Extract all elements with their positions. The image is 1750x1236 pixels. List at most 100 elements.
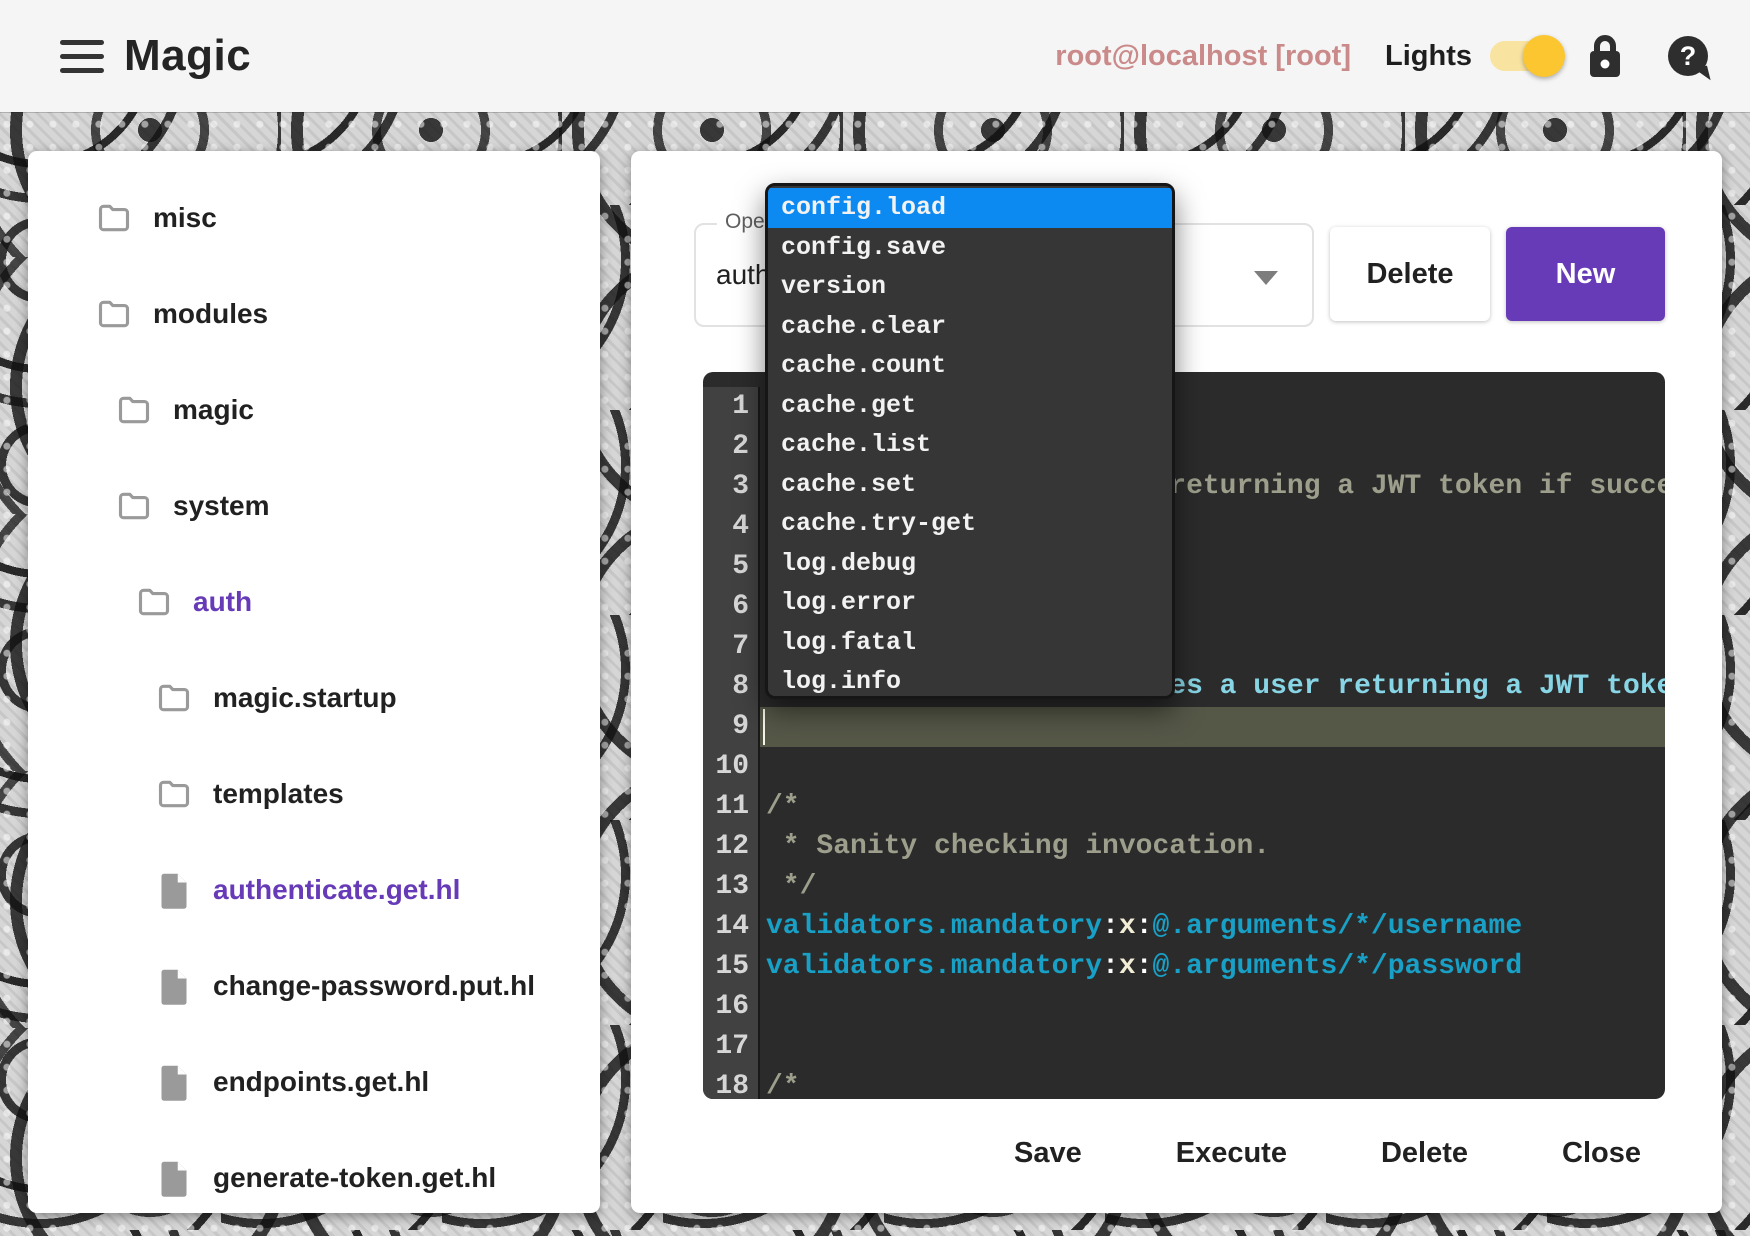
code-line-18[interactable]: 18/*: [703, 1067, 1665, 1099]
tree-folder-modules[interactable]: modules: [28, 266, 600, 362]
close-action-button[interactable]: Close: [1556, 1123, 1647, 1184]
line-number: 6: [703, 587, 760, 627]
user-label: root@localhost [root]: [1055, 40, 1351, 73]
code-token: @.arguments/*/password: [1153, 951, 1523, 982]
code-line-9[interactable]: 9: [703, 707, 1665, 747]
line-number: 8: [703, 667, 760, 707]
tree-folder-system[interactable]: system: [28, 458, 600, 554]
tree-item-label: generate-token.get.hl: [213, 1162, 496, 1194]
line-number: 3: [703, 467, 760, 507]
toggle-thumb: [1523, 35, 1565, 77]
tree-item-label: system: [173, 490, 270, 522]
autocomplete-item-cache.list[interactable]: cache.list: [768, 425, 1172, 465]
autocomplete-item-log.error[interactable]: log.error: [768, 583, 1172, 623]
code-line-16[interactable]: 16: [703, 987, 1665, 1027]
code-token: @.arguments/*/username: [1153, 911, 1523, 942]
autocomplete-item-cache.try-get[interactable]: cache.try-get: [768, 504, 1172, 544]
line-number: 15: [703, 947, 760, 987]
autocomplete-item-version[interactable]: version: [768, 267, 1172, 307]
code-content: validators.mandatory:x:@.arguments/*/pas…: [760, 947, 1665, 987]
code-token: x: [1119, 911, 1136, 942]
folder-icon: [113, 488, 155, 524]
autocomplete-item-log.info[interactable]: log.info: [768, 662, 1172, 699]
tree-file-authenticate.get.hl[interactable]: authenticate.get.hl: [28, 842, 600, 938]
tree-item-label: templates: [213, 778, 344, 810]
tree-file-change-password.put.hl[interactable]: change-password.put.hl: [28, 938, 600, 1034]
code-line-10[interactable]: 10: [703, 747, 1665, 787]
line-number: 7: [703, 627, 760, 667]
tree-folder-magic.startup[interactable]: magic.startup: [28, 650, 600, 746]
line-number: 1: [703, 387, 760, 427]
code-content: [760, 747, 1665, 787]
autocomplete-item-cache.clear[interactable]: cache.clear: [768, 307, 1172, 347]
tree-file-endpoints.get.hl[interactable]: endpoints.get.hl: [28, 1034, 600, 1130]
file-icon: [159, 871, 189, 909]
line-number: 10: [703, 747, 760, 787]
file-explorer-panel: misc modules magic system: [28, 151, 600, 1213]
line-number: 18: [703, 1067, 760, 1099]
new-file-button[interactable]: New: [1506, 227, 1665, 321]
folder-icon: [113, 392, 155, 428]
tree-folder-misc[interactable]: misc: [28, 170, 600, 266]
tree-item-label: magic: [173, 394, 254, 426]
tree-folder-magic[interactable]: magic: [28, 362, 600, 458]
delete-action-button[interactable]: Delete: [1375, 1123, 1474, 1184]
lights-toggle[interactable]: [1490, 27, 1564, 85]
tree-item-label: authenticate.get.hl: [213, 874, 460, 906]
autocomplete-item-log.fatal[interactable]: log.fatal: [768, 623, 1172, 663]
code-token: /*: [766, 791, 800, 822]
tree-folder-templates[interactable]: templates: [28, 746, 600, 842]
help-icon[interactable]: ?: [1668, 36, 1708, 76]
code-line-12[interactable]: 12 * Sanity checking invocation.: [703, 827, 1665, 867]
autocomplete-item-cache.count[interactable]: cache.count: [768, 346, 1172, 386]
folder-icon: [93, 296, 135, 332]
code-line-14[interactable]: 14validators.mandatory:x:@.arguments/*/u…: [703, 907, 1665, 947]
text-cursor: [763, 709, 765, 745]
hamburger-menu-icon[interactable]: [60, 40, 104, 73]
code-content: /*: [760, 787, 1665, 827]
tree-item-label: auth: [193, 586, 252, 618]
autocomplete-item-log.debug[interactable]: log.debug: [768, 544, 1172, 584]
tree-folder-auth[interactable]: auth: [28, 554, 600, 650]
line-number: 11: [703, 787, 760, 827]
code-line-11[interactable]: 11/*: [703, 787, 1665, 827]
help-icon-tail: [1694, 66, 1710, 84]
folder-icon: [93, 200, 135, 236]
tree-item-label: modules: [153, 298, 268, 330]
autocomplete-item-cache.get[interactable]: cache.get: [768, 386, 1172, 426]
line-number: 4: [703, 507, 760, 547]
tree-item-label: endpoints.get.hl: [213, 1066, 429, 1098]
autocomplete-popup: config.loadconfig.saveversioncache.clear…: [765, 183, 1175, 699]
lock-icon[interactable]: [1588, 33, 1622, 79]
autocomplete-item-cache.set[interactable]: cache.set: [768, 465, 1172, 505]
code-content: [760, 1027, 1665, 1067]
code-token: :: [1102, 911, 1119, 942]
code-content: [760, 987, 1665, 1027]
code-line-15[interactable]: 15validators.mandatory:x:@.arguments/*/p…: [703, 947, 1665, 987]
code-line-13[interactable]: 13 */: [703, 867, 1665, 907]
open-select-value: auth: [716, 225, 771, 325]
code-token: x: [1119, 951, 1136, 982]
editor-actions: Save Execute Delete Close: [1008, 1123, 1647, 1184]
save-action-button[interactable]: Save: [1008, 1123, 1088, 1184]
code-content: /*: [760, 1067, 1665, 1099]
file-tree: misc modules magic system: [28, 170, 600, 1213]
code-line-17[interactable]: 17: [703, 1027, 1665, 1067]
code-content: [760, 707, 1665, 747]
line-number: 9: [703, 707, 760, 747]
tree-item-label: misc: [153, 202, 217, 234]
execute-action-button[interactable]: Execute: [1170, 1123, 1293, 1184]
autocomplete-item-config.load[interactable]: config.load: [768, 188, 1172, 228]
folder-icon: [153, 776, 195, 812]
tree-item-label: change-password.put.hl: [213, 970, 535, 1002]
screen: Magic root@localhost [root] Lights ? mis…: [0, 0, 1750, 1236]
autocomplete-item-config.save[interactable]: config.save: [768, 228, 1172, 268]
code-content: */: [760, 867, 1665, 907]
select-caret-icon: [1254, 271, 1278, 285]
tree-file-generate-token.get.hl[interactable]: generate-token.get.hl: [28, 1130, 600, 1213]
top-bar: Magic root@localhost [root] Lights ?: [0, 0, 1750, 112]
code-content: validators.mandatory:x:@.arguments/*/use…: [760, 907, 1665, 947]
line-number: 17: [703, 1027, 760, 1067]
line-number: 5: [703, 547, 760, 587]
delete-file-button[interactable]: Delete: [1330, 227, 1490, 321]
